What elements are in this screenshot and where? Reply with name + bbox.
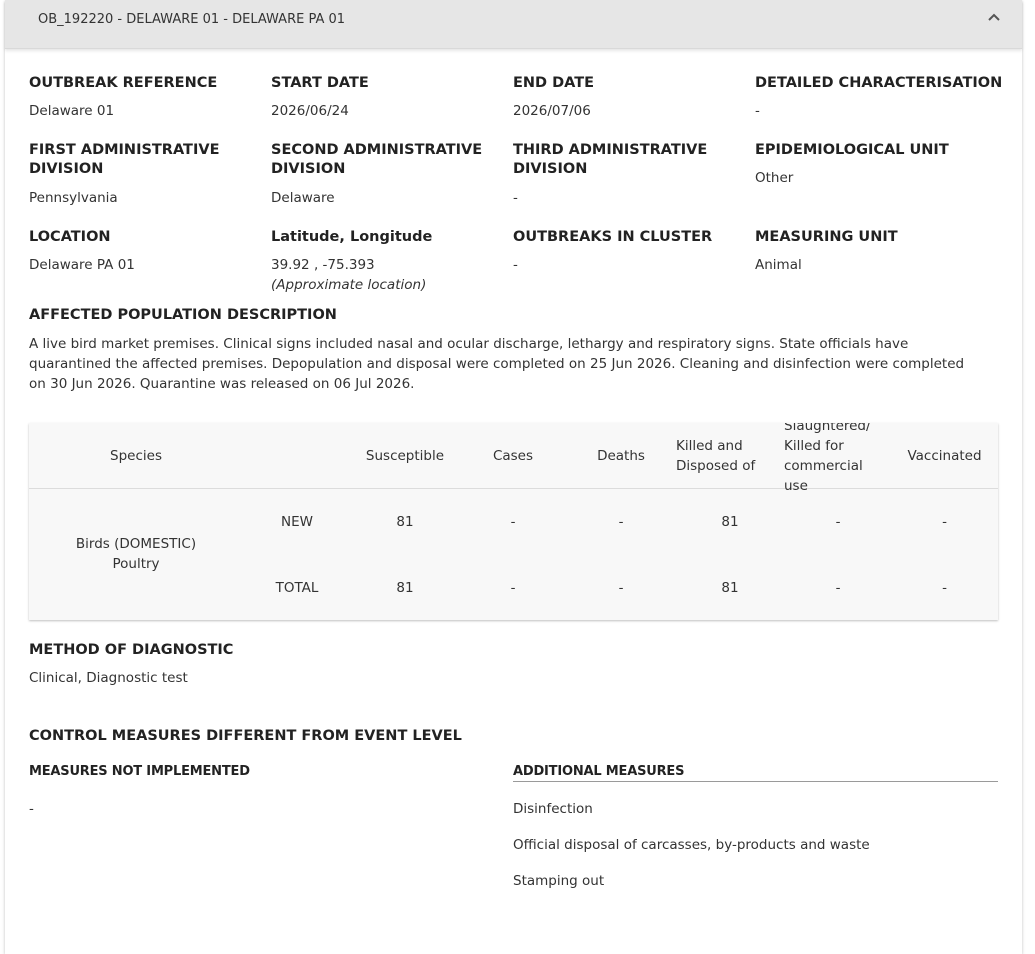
- col-header-slaughtered: Slaughtered/ Killed for commercial use: [784, 423, 892, 496]
- row-total-killed: 81: [721, 580, 739, 596]
- lat-long-label: Latitude, Longitude: [271, 229, 433, 245]
- row-total-vaccinated: -: [942, 580, 947, 596]
- end-date-value: 2026/07/06: [513, 103, 591, 119]
- col-header-cases: Cases: [492, 448, 534, 464]
- additional-measure-item: Stamping out: [513, 873, 605, 889]
- second-admin-value: Delaware: [271, 190, 335, 206]
- second-admin-label-line2: DIVISION: [271, 161, 346, 177]
- col-header-killed-line2: Disposed of: [676, 458, 756, 474]
- measuring-unit-value: Animal: [755, 257, 802, 273]
- chevron-up-icon[interactable]: [985, 9, 1003, 27]
- measures-not-implemented-label: MEASURES NOT IMPLEMENTED: [29, 764, 250, 779]
- location-value: Delaware PA 01: [29, 257, 135, 273]
- outbreak-card-header[interactable]: OB_192220 - DELAWARE 01 - DELAWARE PA 01: [5, 0, 1022, 49]
- start-date-label: START DATE: [271, 75, 369, 91]
- affected-population-text: A live bird market premises. Clinical si…: [29, 336, 965, 392]
- additional-measure-item: Official disposal of carcasses, by-produ…: [513, 837, 870, 853]
- col-header-vaccinated: Vaccinated: [907, 448, 982, 464]
- additional-measure-item: Disinfection: [513, 801, 593, 817]
- detailed-characterisation-label: DETAILED CHARACTERISATION: [755, 75, 1003, 91]
- row-total-susceptible: 81: [396, 580, 414, 596]
- row-total-cases: -: [510, 580, 516, 596]
- species-table: Species Susceptible Cases Deaths Killed …: [29, 423, 998, 620]
- outbreak-reference-label: OUTBREAK REFERENCE: [29, 75, 218, 91]
- first-admin-label-line2: DIVISION: [29, 161, 104, 177]
- location-label: LOCATION: [29, 229, 111, 245]
- additional-measures-divider: [513, 781, 998, 782]
- second-admin-label: SECOND ADMINISTRATIVE DIVISION: [271, 141, 482, 179]
- first-admin-label-line1: FIRST ADMINISTRATIVE: [29, 142, 220, 158]
- col-header-slaughtered-line2: Killed for: [784, 438, 844, 454]
- additional-measures-label: ADDITIONAL MEASURES: [513, 764, 685, 779]
- species-name-line2: Poultry: [112, 556, 160, 572]
- diagnostic-value: Clinical, Diagnostic test: [29, 670, 188, 686]
- outbreaks-in-cluster-label: OUTBREAKS IN CLUSTER: [513, 229, 713, 245]
- epidemiological-unit-value: Other: [755, 170, 794, 186]
- species-cell: Birds (DOMESTIC) Poultry: [29, 534, 243, 574]
- col-header-susceptible: Susceptible: [365, 448, 445, 464]
- row-total-deaths: -: [618, 580, 624, 596]
- col-header-slaughtered-line4: use: [784, 478, 808, 494]
- approximate-location-note: (Approximate location): [271, 277, 427, 293]
- first-admin-label: FIRST ADMINISTRATIVE DIVISION: [29, 141, 219, 179]
- row-total-label: TOTAL: [275, 580, 319, 596]
- outbreak-title: OB_192220 - DELAWARE 01 - DELAWARE PA 01: [38, 12, 346, 27]
- first-admin-value: Pennsylvania: [29, 190, 118, 206]
- third-admin-label-line2: DIVISION: [513, 161, 588, 177]
- col-header-species: Species: [110, 448, 162, 464]
- row-new-deaths: -: [618, 514, 624, 530]
- row-total-slaughtered: -: [835, 580, 841, 596]
- row-new-vaccinated: -: [942, 514, 947, 530]
- affected-population-label: AFFECTED POPULATION DESCRIPTION: [29, 307, 337, 323]
- start-date-value: 2026/06/24: [271, 103, 349, 119]
- col-header-killed-line1: Killed and: [676, 438, 743, 454]
- col-header-slaughtered-line3: commercial: [784, 458, 863, 474]
- outbreak-card: OB_192220 - DELAWARE 01 - DELAWARE PA 01…: [5, 0, 1022, 954]
- outbreak-reference-value: Delaware 01: [29, 103, 115, 119]
- end-date-label: END DATE: [513, 75, 595, 91]
- row-new-slaughtered: -: [835, 514, 841, 530]
- lat-long-value: 39.92 , -75.393: [271, 257, 375, 273]
- row-new-killed: 81: [721, 514, 739, 530]
- row-new-label: NEW: [281, 514, 313, 530]
- col-header-slaughtered-line1: Slaughtered/: [784, 423, 871, 434]
- second-admin-label-line1: SECOND ADMINISTRATIVE: [271, 142, 483, 158]
- diagnostic-label: METHOD OF DIAGNOSTIC: [29, 642, 234, 658]
- measures-not-implemented-value: -: [29, 801, 34, 817]
- species-name-line1: Birds (DOMESTIC): [75, 536, 197, 552]
- third-admin-label: THIRD ADMINISTRATIVE DIVISION: [513, 141, 707, 179]
- outbreaks-in-cluster-value: -: [513, 257, 518, 273]
- control-measures-label: CONTROL MEASURES DIFFERENT FROM EVENT LE…: [29, 728, 462, 744]
- third-admin-label-line1: THIRD ADMINISTRATIVE: [513, 142, 708, 158]
- third-admin-value: -: [513, 190, 518, 206]
- measuring-unit-label: MEASURING UNIT: [755, 229, 898, 245]
- detailed-characterisation-value: -: [755, 103, 760, 119]
- col-header-killed: Killed and Disposed of: [676, 436, 784, 476]
- col-header-deaths: Deaths: [597, 448, 645, 464]
- row-new-susceptible: 81: [396, 514, 414, 530]
- row-new-cases: -: [510, 514, 516, 530]
- epidemiological-unit-label: EPIDEMIOLOGICAL UNIT: [755, 142, 949, 158]
